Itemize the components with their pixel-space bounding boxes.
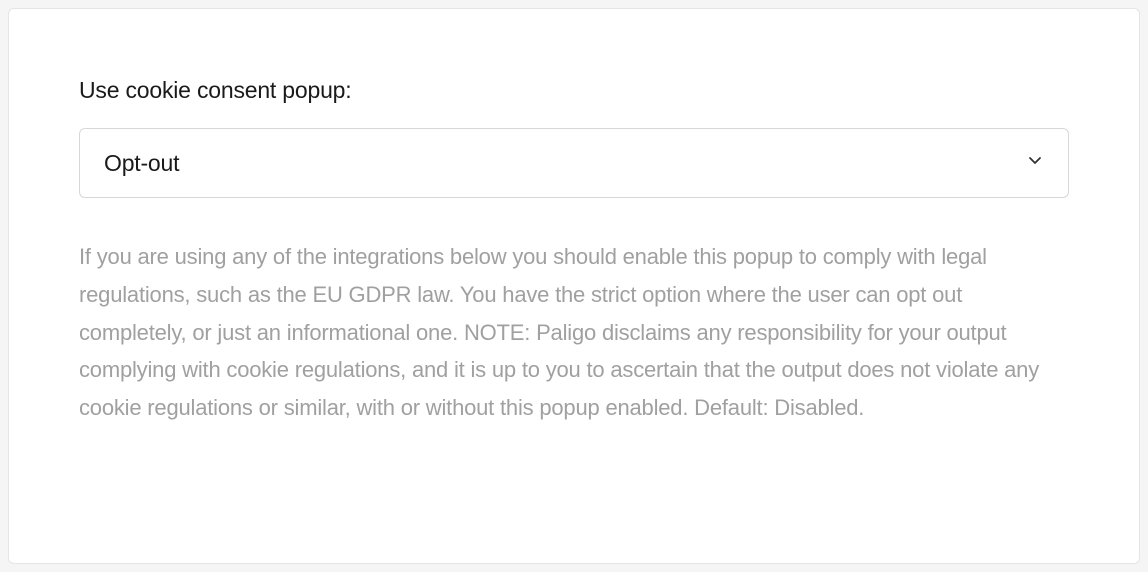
cookie-consent-select[interactable]: Opt-out (79, 128, 1069, 198)
cookie-consent-help-text: If you are using any of the integrations… (79, 238, 1069, 427)
cookie-consent-selected-value: Opt-out (104, 150, 179, 177)
cookie-consent-select-control[interactable]: Opt-out (79, 128, 1069, 198)
settings-panel: Use cookie consent popup: Opt-out If you… (8, 8, 1140, 564)
cookie-consent-label: Use cookie consent popup: (79, 77, 1069, 104)
